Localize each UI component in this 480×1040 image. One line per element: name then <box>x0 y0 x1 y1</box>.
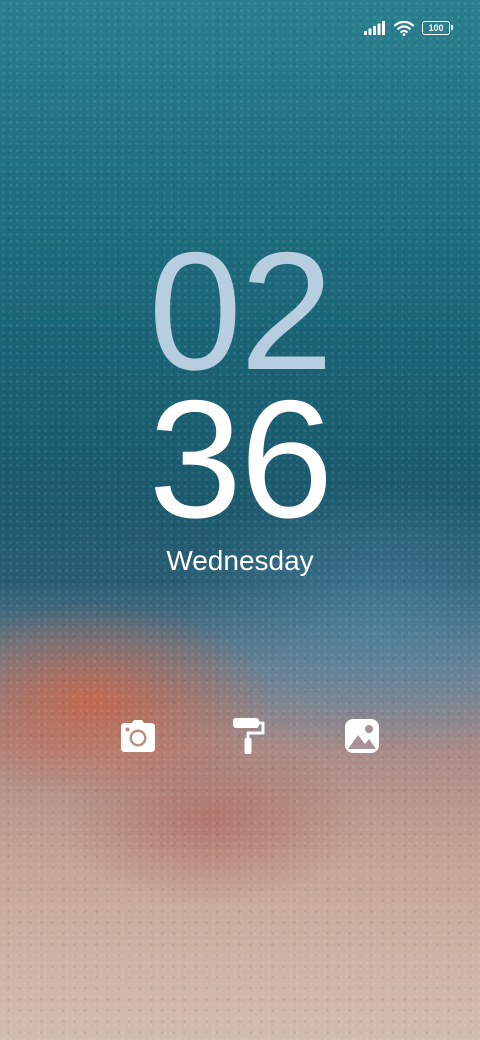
gallery-shortcut[interactable] <box>342 716 382 756</box>
signal-bars-icon <box>364 21 385 35</box>
day-of-week: Wednesday <box>166 545 314 576</box>
clock-hour: 02 <box>148 217 334 405</box>
clock-minute: 36 <box>148 365 334 553</box>
battery-icon: 100 <box>422 21 453 35</box>
theme-shortcut[interactable] <box>228 716 268 756</box>
status-bar: 100 <box>364 18 453 38</box>
paint-roller-icon <box>233 718 265 754</box>
camera-shortcut[interactable] <box>118 716 158 756</box>
wifi-icon <box>394 20 414 36</box>
camera-icon <box>121 720 155 752</box>
gallery-icon <box>345 719 379 753</box>
battery-level: 100 <box>428 22 444 33</box>
lock-screen: 100 02 36 Wednesday <box>0 0 480 1040</box>
